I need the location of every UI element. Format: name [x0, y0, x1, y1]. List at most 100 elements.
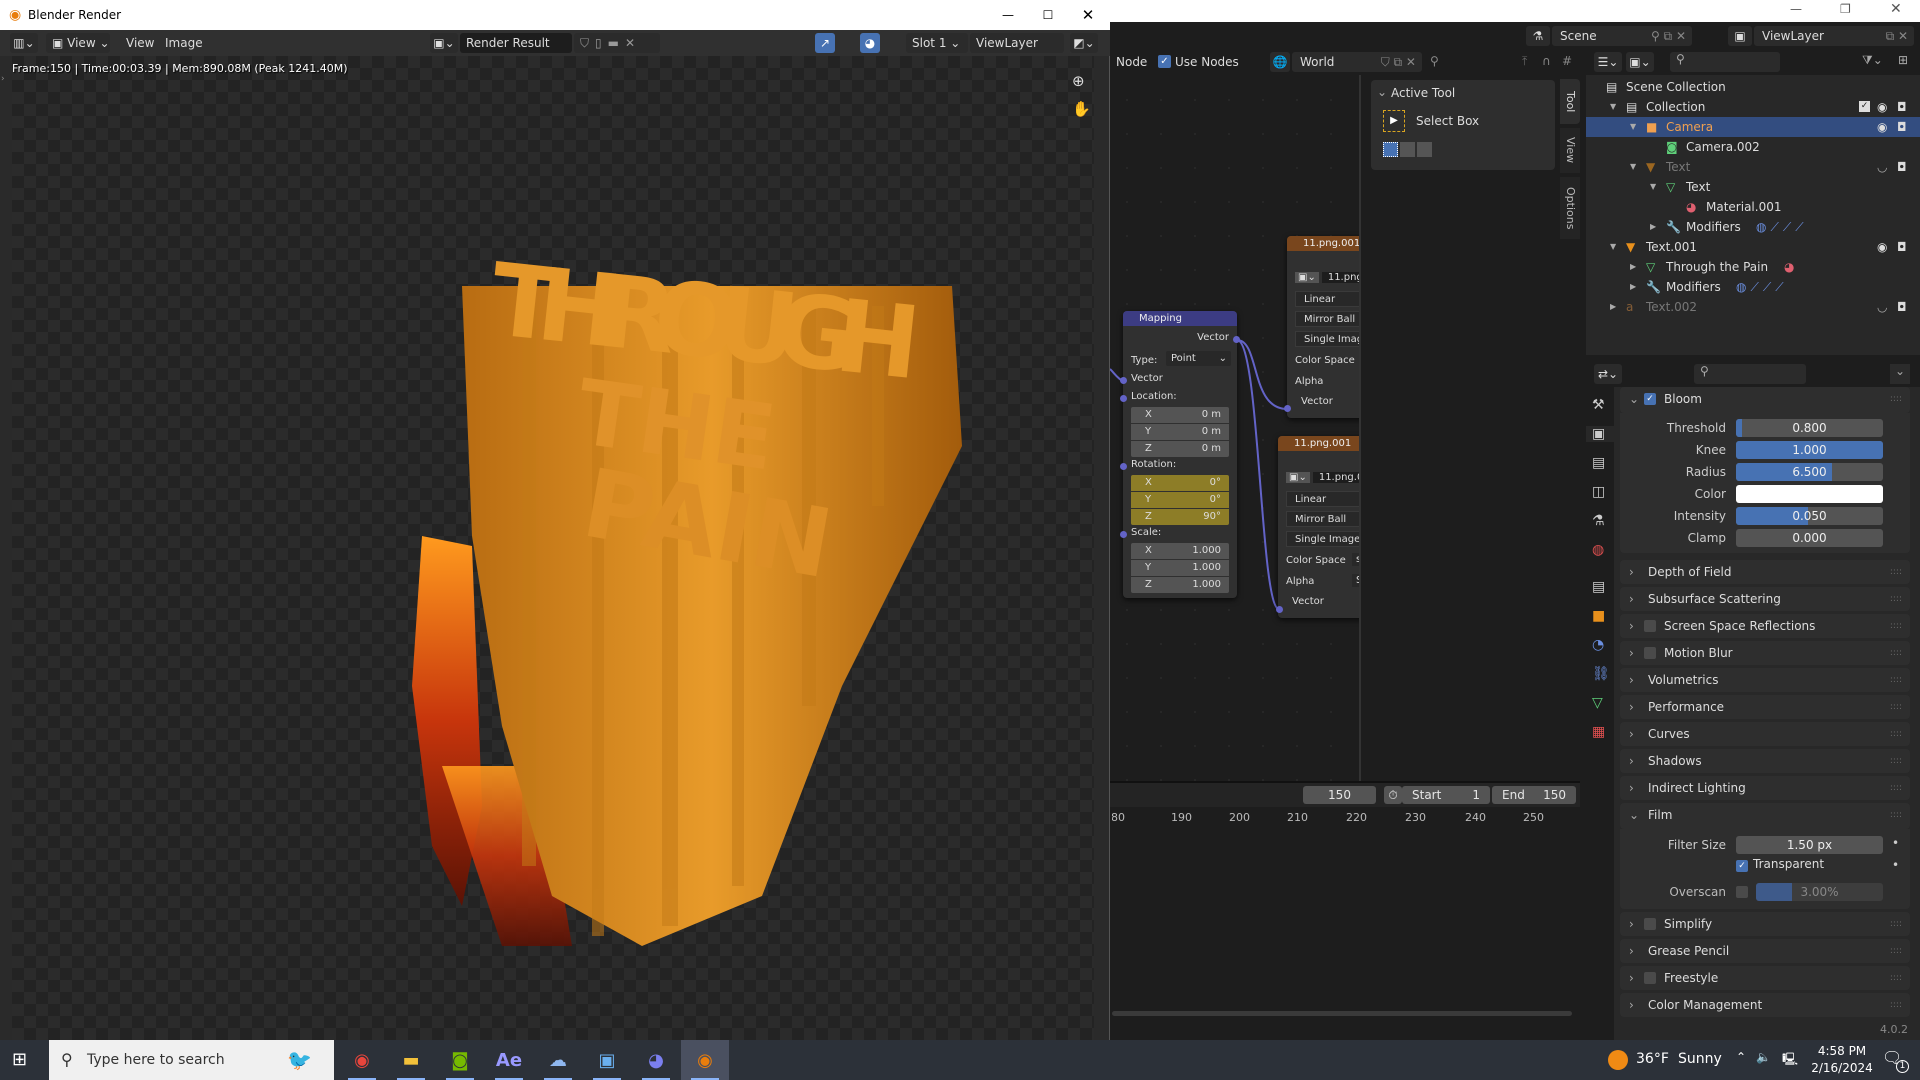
eye-closed-icon[interactable]: ◡ — [1877, 297, 1887, 317]
drag-handle-icon[interactable]: :::: — [1890, 614, 1902, 638]
render-camera-icon[interactable]: ◘ — [1897, 237, 1907, 257]
render-camera-icon[interactable]: ◘ — [1897, 157, 1907, 177]
keyframe-dot-icon[interactable]: • — [1892, 836, 1899, 850]
disclosure-arrow-icon[interactable]: ▶ — [1650, 217, 1656, 237]
node-editor[interactable]: Node ✓ Use Nodes 🌐 World ⛉ ⧉ ✕ ⚲ ⤒ ∩ # Ma… — [1110, 49, 1580, 781]
eye-closed-icon[interactable]: ◡ — [1877, 157, 1887, 177]
scene-browse-button[interactable]: ⚗ — [1526, 26, 1550, 46]
image-node-2-vector-socket[interactable] — [1276, 606, 1283, 613]
disclosure-arrow-icon[interactable]: ▶ — [1630, 277, 1636, 297]
weather-icon[interactable] — [1608, 1050, 1628, 1070]
render-camera-icon[interactable]: ◘ — [1897, 297, 1907, 317]
render-canvas[interactable]: Frame:150 | Time:00:03.39 | Mem:890.08M … — [12, 56, 1094, 1040]
overscan-field[interactable]: 3.00% — [1756, 883, 1883, 901]
drag-handle-icon[interactable]: :::: — [1890, 912, 1902, 936]
timeline-scrollbar[interactable] — [1112, 1011, 1572, 1016]
drag-handle-icon[interactable]: :::: — [1890, 776, 1902, 800]
outliner-item[interactable]: ▤ Scene Collection — [1586, 77, 1920, 97]
drag-handle-icon[interactable]: :::: — [1890, 749, 1902, 773]
panel-indirect-lighting[interactable]: › Indirect Lighting:::: — [1620, 776, 1910, 800]
panel-screen-space-reflections[interactable]: › Screen Space Reflections:::: — [1620, 614, 1910, 638]
minimize-button[interactable]: — — [1790, 2, 1802, 16]
panel-collapse-icon[interactable]: ⌄ — [1377, 85, 1387, 99]
close-button[interactable]: ✕ — [1890, 1, 1902, 17]
overscan-checkbox[interactable] — [1736, 886, 1748, 898]
panel-freestyle[interactable]: › Freestyle:::: — [1620, 966, 1910, 990]
panel-subsurface-scattering[interactable]: › Subsurface Scattering:::: — [1620, 587, 1910, 611]
sample-tool-icon[interactable]: ↗ — [815, 33, 835, 53]
keyframe-dot-icon[interactable]: • — [1892, 858, 1899, 872]
outliner-item[interactable]: ▶ a Text.002 ◡ ◘ — [1586, 297, 1920, 317]
eye-icon[interactable]: ◉ — [1877, 237, 1887, 257]
tab-options[interactable]: Options — [1560, 177, 1580, 239]
drag-handle-icon[interactable]: :::: — [1890, 641, 1902, 665]
properties-search-input[interactable]: ⚲ — [1694, 364, 1806, 384]
filter-size-field[interactable]: 1.50 px — [1736, 836, 1883, 854]
exclude-checkbox[interactable]: ✓ — [1859, 101, 1870, 112]
viewlayer-field[interactable]: ViewLayer ⧉ ✕ — [1754, 26, 1914, 46]
discord-taskbar-button[interactable]: ◕ — [632, 1040, 680, 1080]
filter-view-dropdown[interactable]: ▣⌄ — [1626, 52, 1654, 72]
disclosure-arrow-icon[interactable]: ▶ — [1630, 257, 1636, 277]
nvidia-taskbar-button[interactable]: ◙ — [436, 1040, 484, 1080]
outliner-item[interactable]: ▼ ▼ Text ◡ ◘ — [1586, 157, 1920, 177]
outliner-item[interactable]: ▶ ▽ Through the Pain ◕ — [1586, 257, 1920, 277]
file-explorer-taskbar-button[interactable]: ▬ — [387, 1040, 435, 1080]
select-mode-extend-icon[interactable] — [1400, 142, 1415, 157]
eye-icon[interactable]: ◉ — [1877, 97, 1887, 117]
clock-date[interactable]: 2/16/2024 — [1808, 1061, 1876, 1075]
outliner-item[interactable]: ◙ Camera.002 — [1586, 137, 1920, 157]
drag-handle-icon[interactable]: :::: — [1890, 695, 1902, 719]
display-mode-dropdown[interactable]: ☰⌄ — [1594, 52, 1622, 72]
new-collection-icon[interactable]: ⊞ — [1898, 53, 1908, 67]
maximize-button[interactable]: ☐ — [1030, 0, 1066, 30]
minimize-button[interactable]: — — [990, 0, 1026, 30]
snap-grid-icon[interactable]: # — [1562, 54, 1572, 68]
network-icon[interactable]: 🖳 — [1782, 1050, 1798, 1071]
filter-icon[interactable]: ⧩⌄ — [1862, 53, 1883, 68]
viewlayer-browse-button[interactable]: ▣ — [1728, 26, 1752, 46]
snap-icon[interactable]: ∩ — [1542, 54, 1551, 68]
weather-text[interactable]: Sunny — [1678, 1051, 1722, 1067]
disclosure-arrow-icon[interactable]: ▼ — [1630, 157, 1636, 177]
panel-checkbox[interactable] — [1644, 972, 1656, 984]
outliner-search-input[interactable]: ⚲ — [1670, 52, 1780, 72]
editor-type-button[interactable]: ▥⌄ — [10, 33, 38, 53]
active-tool-title[interactable]: Active Tool — [1391, 86, 1455, 100]
panel-performance[interactable]: › Performance:::: — [1620, 695, 1910, 719]
select-mode-subtract-icon[interactable] — [1417, 142, 1432, 157]
drag-handle-icon[interactable]: :::: — [1890, 939, 1902, 963]
data-icon[interactable]: ▽ — [1592, 695, 1603, 711]
panel-volumetrics[interactable]: › Volumetrics:::: — [1620, 668, 1910, 692]
knee-field[interactable]: 1.000 — [1736, 441, 1883, 459]
disclosure-arrow-icon[interactable]: ▶ — [1610, 297, 1616, 317]
weather-temp[interactable]: 36°F — [1636, 1051, 1669, 1067]
panel-simplify[interactable]: › Simplify:::: — [1620, 912, 1910, 936]
panel-grease-pencil[interactable]: › Grease Pencil:::: — [1620, 939, 1910, 963]
threshold-field[interactable]: 0.800 — [1736, 419, 1883, 437]
radius-field[interactable]: 6.500 — [1736, 463, 1883, 481]
taskbar-search-input[interactable]: ⚲ Type here to search 🐦 — [49, 1040, 334, 1080]
left-region-toggle[interactable]: › — [1, 74, 5, 84]
intensity-field[interactable]: 0.050 — [1736, 507, 1883, 525]
object-icon[interactable]: ■ — [1592, 608, 1605, 624]
outliner-item[interactable]: ▼ ■ Camera ◉ ◘ — [1586, 117, 1920, 137]
clock-time[interactable]: 4:58 PM — [1812, 1044, 1872, 1058]
render-camera-icon[interactable]: ◘ — [1897, 117, 1907, 137]
drag-handle-icon[interactable]: :::: — [1890, 993, 1902, 1017]
image-browse-icon[interactable]: ▣⌄ — [1286, 472, 1310, 483]
disclosure-arrow-icon[interactable]: ▼ — [1610, 97, 1616, 117]
panel-film[interactable]: ⌄ Film:::: — [1620, 803, 1910, 829]
eye-icon[interactable]: ◉ — [1877, 117, 1887, 137]
panel-bloom[interactable]: ⌄ ✓ Bloom:::: — [1620, 387, 1910, 413]
cloud-app-taskbar-button[interactable]: ☁ — [534, 1040, 582, 1080]
scene-field[interactable]: Scene ⚲ ⧉ ✕ — [1552, 26, 1692, 46]
drag-handle-icon[interactable]: :::: — [1890, 560, 1902, 584]
panel-depth-of-field[interactable]: › Depth of Field:::: — [1620, 560, 1910, 584]
panel-color-management[interactable]: › Color Management:::: — [1620, 993, 1910, 1017]
transparent-checkbox[interactable]: ✓ — [1736, 860, 1748, 872]
outliner-item[interactable]: ▼ ▼ Text.001 ◉ ◘ — [1586, 237, 1920, 257]
image-name-field[interactable]: Render Result — [460, 33, 572, 53]
close-button[interactable]: ✕ — [1070, 0, 1106, 30]
outliner-item[interactable]: ▼ ▽ Text — [1586, 177, 1920, 197]
